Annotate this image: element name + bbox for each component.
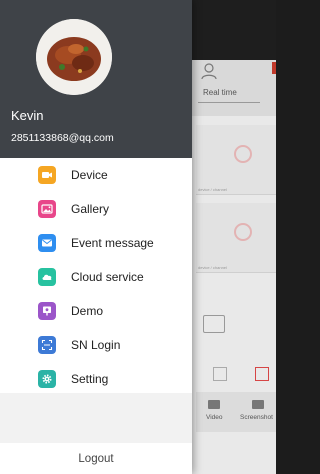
user-icon (201, 63, 217, 80)
image-icon (38, 200, 56, 218)
gear-icon (38, 370, 56, 388)
menu-item-setting[interactable]: Setting (0, 362, 192, 396)
background-bottom-bar: Video Screenshot (196, 392, 276, 432)
screenshot-label[interactable]: Screenshot (240, 414, 273, 421)
menu-item-event-message[interactable]: Event message (0, 226, 192, 260)
camera-icon (234, 223, 252, 241)
envelope-icon (38, 234, 56, 252)
user-email: 2851133868@qq.com (11, 132, 114, 144)
menu-item-gallery[interactable]: Gallery (0, 192, 192, 226)
single-view-icon[interactable] (213, 367, 227, 381)
drawer-menu: Device Gallery Event message Cloud servi… (0, 158, 192, 396)
channel-tile[interactable]: device / channel (196, 125, 276, 195)
menu-label: Event message (71, 236, 154, 250)
user-name: Kevin (11, 108, 44, 123)
menu-item-device[interactable]: Device (0, 158, 192, 192)
video-camera-icon (38, 166, 56, 184)
video-icon[interactable] (208, 400, 220, 409)
menu-label: Device (71, 168, 108, 182)
menu-label: Cloud service (71, 270, 144, 284)
menu-label: Setting (71, 372, 109, 386)
menu-label: SN Login (71, 338, 121, 352)
channel-label: device / channel (198, 187, 227, 192)
menu-item-demo[interactable]: Demo (0, 294, 192, 328)
navigation-drawer: Kevin 2851133868@qq.com Device Gallery E… (0, 0, 192, 474)
cloud-icon (38, 268, 56, 286)
logout-button[interactable]: Logout (0, 443, 192, 474)
video-label[interactable]: Video (206, 414, 223, 421)
menu-label: Demo (71, 304, 104, 318)
scan-icon (38, 336, 56, 354)
camera-icon (234, 145, 252, 163)
demo-screen-icon (38, 302, 56, 320)
tab-real-time[interactable]: Real time (203, 88, 237, 97)
folder-icon[interactable] (203, 315, 225, 333)
screenshot-icon[interactable] (252, 400, 264, 409)
drawer-header: Kevin 2851133868@qq.com (0, 0, 192, 158)
grid-view-icon[interactable] (255, 367, 269, 381)
avatar[interactable] (36, 19, 112, 95)
menu-item-cloud-service[interactable]: Cloud service (0, 260, 192, 294)
tab-underline (198, 102, 260, 103)
menu-item-sn-login[interactable]: SN Login (0, 328, 192, 362)
channel-tile[interactable]: device / channel (196, 203, 276, 273)
channel-label: device / channel (198, 265, 227, 270)
menu-label: Gallery (71, 202, 110, 216)
background-accent-mark (272, 62, 276, 74)
drawer-spacer (0, 393, 192, 443)
